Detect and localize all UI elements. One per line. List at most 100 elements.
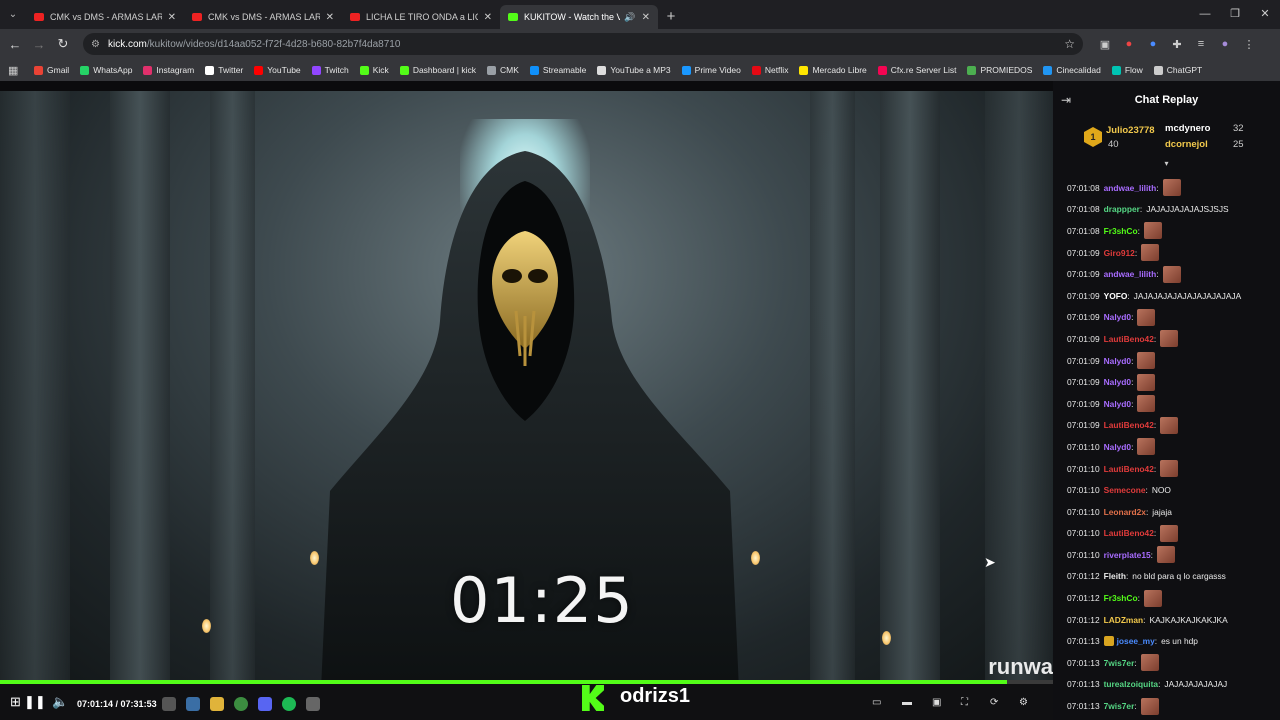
minimize-icon[interactable]: — <box>1190 0 1220 29</box>
bookmark-item[interactable]: Twitch <box>311 65 349 75</box>
bookmark-item[interactable]: Cinecalidad <box>1043 65 1101 75</box>
miniplayer-icon[interactable]: ▣ <box>932 697 941 708</box>
chrome-icon[interactable] <box>234 697 248 711</box>
bookmark-item[interactable]: Flow <box>1111 65 1143 75</box>
discord-icon[interactable] <box>258 697 272 711</box>
puzzle-icon[interactable]: ✚ <box>1165 38 1189 51</box>
message-username[interactable]: Nalyd0 <box>1104 356 1131 366</box>
theater-icon[interactable]: ▬ <box>902 697 912 708</box>
leader-name[interactable]: Julio23778 <box>1106 125 1155 136</box>
pip-icon[interactable]: ▭ <box>872 697 881 708</box>
tab-close-icon[interactable]: ✕ <box>484 12 492 23</box>
bookmark-item[interactable]: Streamable <box>529 65 586 75</box>
bookmark-item[interactable]: Dashboard | kick <box>399 65 476 75</box>
extension-icon[interactable]: ● <box>1117 38 1141 51</box>
message-username[interactable]: Fleith <box>1104 571 1126 581</box>
extension-icon[interactable]: ● <box>1141 38 1165 51</box>
extension-icon[interactable]: ▣ <box>1093 38 1117 51</box>
taskbar-app-icon[interactable] <box>162 697 176 711</box>
collapse-chat-icon[interactable]: ⇥ <box>1061 93 1071 107</box>
message-username[interactable]: riverplate15 <box>1104 550 1151 560</box>
tab-audio-icon[interactable]: 🔊 <box>624 12 635 23</box>
message-username[interactable]: Fr3shCo <box>1104 226 1138 236</box>
close-icon[interactable]: ✕ <box>1250 0 1280 29</box>
bookmarks-bar: ▦ Gmail WhatsApp Instagram Twitter YouTube Tw… <box>0 59 1280 81</box>
pause-icon[interactable]: ❚❚ <box>24 694 46 710</box>
bookmark-star-icon[interactable]: ☆ <box>1064 37 1075 51</box>
bookmark-item[interactable]: Kick <box>359 65 389 75</box>
back-icon[interactable]: ← <box>3 37 27 52</box>
bookmark-item[interactable]: Instagram <box>143 65 194 75</box>
message-username[interactable]: LautiBeno42 <box>1104 528 1154 538</box>
bookmark-item[interactable]: Cfx.re Server List <box>877 65 956 75</box>
bookmark-item[interactable]: Netflix <box>751 65 788 75</box>
bookmark-item[interactable]: Gmail <box>34 65 69 75</box>
folder-icon[interactable] <box>210 697 224 711</box>
message-username[interactable]: andwae_lilith <box>1104 183 1157 193</box>
leader-name[interactable]: dcornejol <box>1165 139 1208 150</box>
message-username[interactable]: andwae_lilith <box>1104 269 1157 279</box>
browser-tab[interactable]: KUKITOW - Watch the VOD🔊 ✕ <box>500 5 658 29</box>
tab-close-icon[interactable]: ✕ <box>168 12 176 23</box>
message-username[interactable]: LautiBeno42 <box>1104 464 1154 474</box>
message-username[interactable]: YOFO <box>1104 291 1128 301</box>
bookmark-item[interactable]: YouTube a MP3 <box>597 65 671 75</box>
profile-icon[interactable]: ● <box>1213 38 1237 51</box>
browser-tab[interactable]: LICHA LE TIRO ONDA a LICY y ✕ <box>342 5 500 29</box>
tab-search-icon[interactable]: ⌄ <box>0 0 26 29</box>
fullscreen-icon[interactable]: ⛶ <box>961 697 968 708</box>
bookmark-item[interactable]: Twitter <box>205 65 243 75</box>
message-username[interactable]: Nalyd0 <box>1104 399 1131 409</box>
tab-close-icon[interactable]: ✕ <box>642 12 650 23</box>
browser-tab[interactable]: CMK vs DMS - ARMAS LARGAS ✕ <box>184 5 342 29</box>
bookmark-label: YouTube <box>267 65 301 75</box>
media-icon[interactable]: ≡ <box>1189 38 1213 51</box>
message-timestamp: 07:01:09 <box>1067 377 1100 388</box>
bookmark-item[interactable]: Mercado Libre <box>799 65 867 75</box>
reload-icon[interactable]: ↻ <box>51 36 75 52</box>
windows-start-icon[interactable]: ⊞ <box>10 694 21 710</box>
bookmark-item[interactable]: WhatsApp <box>80 65 132 75</box>
emote-icon <box>1141 244 1160 262</box>
message-username[interactable]: LautiBeno42 <box>1104 420 1154 430</box>
message-username[interactable]: Leonard2x <box>1104 507 1146 517</box>
message-username[interactable]: drappper <box>1104 204 1140 214</box>
message-username[interactable]: turealzoiquita <box>1104 679 1158 689</box>
taskbar-app-icon[interactable] <box>306 697 320 711</box>
site-info-icon[interactable]: ⚙ <box>91 39 100 50</box>
bookmark-item[interactable]: PROMIEDOS <box>967 65 1032 75</box>
progress-bar[interactable] <box>0 680 1053 684</box>
taskbar-app-icon[interactable] <box>186 697 200 711</box>
message-username[interactable]: LautiBeno42 <box>1104 334 1154 344</box>
settings-gear-icon[interactable]: ⚙ <box>1019 697 1028 708</box>
bookmark-item[interactable]: ChatGPT <box>1153 65 1202 75</box>
message-username[interactable]: Nalyd0 <box>1104 377 1131 387</box>
menu-icon[interactable]: ⋮ <box>1237 38 1261 51</box>
bookmark-item[interactable]: Prime Video <box>681 65 741 75</box>
bookmark-item[interactable]: CMK <box>486 65 519 75</box>
message-username[interactable]: Semecone <box>1104 485 1146 495</box>
emote-icon <box>1162 179 1181 197</box>
message-username[interactable]: Nalyd0 <box>1104 442 1131 452</box>
restore-icon[interactable]: ❐ <box>1220 0 1250 29</box>
address-bar[interactable]: ⚙ kick.com /kukitow/videos/d14aa052-f72f… <box>83 33 1083 55</box>
bookmark-item[interactable]: YouTube <box>254 65 301 75</box>
browser-tab[interactable]: CMK vs DMS - ARMAS LARGAS ✕ <box>26 5 184 29</box>
message-username[interactable]: josee_my <box>1117 636 1155 646</box>
new-tab-button[interactable]: + <box>658 8 684 25</box>
message-username[interactable]: LADZman <box>1104 615 1144 625</box>
tab-close-icon[interactable]: ✕ <box>326 12 334 23</box>
message-username[interactable]: 7wis7er <box>1104 658 1135 668</box>
apps-grid-icon[interactable]: ▦ <box>8 64 20 77</box>
expand-leaderboard-icon[interactable]: ▾ <box>1053 159 1280 168</box>
leader-name[interactable]: mcdynero <box>1165 123 1210 134</box>
clip-icon[interactable]: ⟳ <box>990 697 998 708</box>
message-username[interactable]: 7wis7er <box>1104 701 1135 711</box>
forward-icon[interactable]: → <box>27 37 51 52</box>
spotify-icon[interactable] <box>282 697 296 711</box>
volume-icon[interactable]: 🔈 <box>52 694 68 710</box>
message-username[interactable]: Nalyd0 <box>1104 312 1131 322</box>
video-player[interactable]: 01:25 runwa ➤ <box>0 91 1053 690</box>
message-username[interactable]: Fr3shCo <box>1104 593 1138 603</box>
message-username[interactable]: Giro912 <box>1104 248 1135 258</box>
